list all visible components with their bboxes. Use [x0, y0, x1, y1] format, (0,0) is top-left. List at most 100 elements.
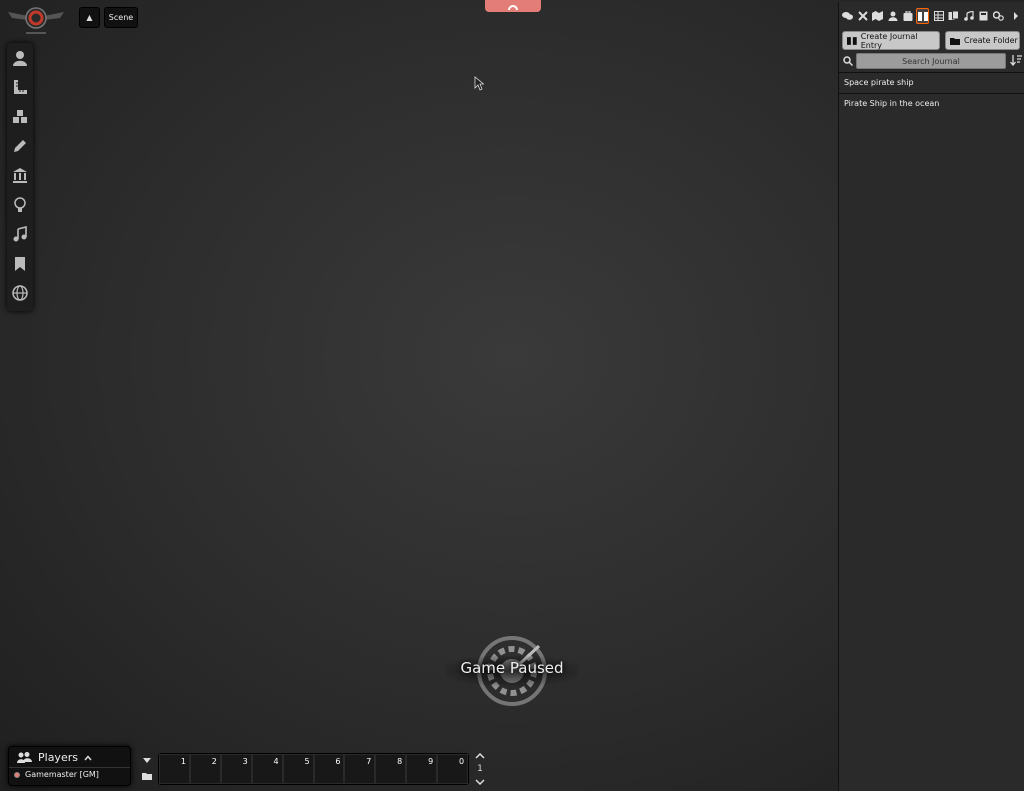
tiles-controls-button[interactable] — [7, 104, 33, 130]
cards-icon — [948, 11, 959, 20]
macro-slot[interactable]: 6 — [313, 754, 345, 784]
token-controls-button[interactable] — [7, 45, 33, 71]
create-folder-label: Create Folder — [964, 36, 1018, 45]
caret-up-icon: ▲ — [86, 13, 93, 22]
slot-number: 4 — [273, 757, 279, 766]
user-icon — [13, 51, 27, 66]
tab-settings[interactable] — [992, 8, 1005, 24]
sidebar-tabs — [839, 4, 1024, 28]
game-paused-indicator: Game Paused — [445, 634, 579, 708]
tab-combat[interactable] — [856, 8, 869, 24]
search-icon — [843, 56, 853, 66]
chevron-up-icon — [84, 754, 92, 760]
measure-controls-button[interactable] — [7, 74, 33, 100]
player-color-dot — [14, 771, 20, 778]
cubes-icon — [13, 110, 27, 123]
macro-slot[interactable]: 9 — [406, 754, 438, 784]
notes-controls-button[interactable] — [7, 251, 33, 277]
playlist-icon — [963, 11, 974, 21]
tab-playlists[interactable] — [962, 8, 975, 24]
landmark-icon — [13, 168, 27, 183]
slot-number: 8 — [397, 757, 403, 766]
drawing-controls-button[interactable] — [7, 133, 33, 159]
folder-icon[interactable] — [141, 772, 152, 781]
top-toggle-button[interactable] — [485, 0, 541, 12]
macro-hotbar: 1 2 3 4 5 6 7 8 9 0 — [158, 753, 469, 785]
scene-tab[interactable]: Scene — [104, 7, 138, 28]
music-icon — [13, 226, 27, 242]
scene-nav-toggle[interactable]: ▲ — [79, 7, 100, 28]
chevron-up-icon[interactable] — [475, 753, 485, 759]
macro-slot[interactable]: 4 — [251, 754, 283, 784]
chat-icon — [842, 12, 853, 20]
users-icon — [17, 752, 32, 763]
globe-icon — [12, 285, 28, 301]
tab-scenes[interactable] — [871, 8, 884, 24]
chevron-down-icon[interactable] — [475, 779, 485, 785]
player-name: Gamemaster [GM] — [25, 770, 99, 779]
create-journal-entry-label: Create Journal Entry — [860, 31, 918, 50]
sidebar: Create Journal Entry Create Folder Searc… — [838, 2, 1024, 791]
tab-compendium[interactable] — [977, 8, 990, 24]
slot-number: 2 — [211, 757, 217, 766]
arch-icon — [508, 4, 518, 10]
hotbar-page-number: 1 — [477, 764, 483, 774]
list-item[interactable]: Pirate Ship in the ocean — [839, 93, 1024, 113]
tab-actors[interactable] — [886, 8, 899, 24]
bookmark-icon — [15, 257, 25, 271]
scene-controls — [7, 43, 33, 311]
macro-slot[interactable]: 3 — [220, 754, 252, 784]
sounds-controls-button[interactable] — [7, 221, 33, 247]
list-item[interactable]: Space pirate ship — [839, 72, 1024, 92]
macro-slot[interactable]: 2 — [189, 754, 221, 784]
mouse-cursor-icon — [474, 76, 484, 91]
map-controls-button[interactable] — [7, 280, 33, 306]
journal-icon — [917, 11, 928, 21]
macro-slot[interactable]: 1 — [159, 754, 190, 784]
pencil-icon — [14, 140, 26, 152]
tab-items[interactable] — [901, 8, 914, 24]
journal-entry-name: Pirate Ship in the ocean — [844, 98, 940, 108]
search-input[interactable]: Search Journal — [856, 53, 1006, 69]
tab-tables[interactable] — [932, 8, 945, 24]
hotbar-page-control: 1 — [472, 753, 488, 785]
journal-entry-name: Space pirate ship — [844, 77, 914, 87]
players-header[interactable]: Players — [17, 751, 92, 764]
tab-cards[interactable] — [947, 8, 960, 24]
macro-slot[interactable]: 5 — [282, 754, 314, 784]
create-folder-button[interactable]: Create Folder — [945, 31, 1020, 50]
create-journal-entry-button[interactable]: Create Journal Entry — [842, 31, 940, 50]
macro-slot[interactable]: 8 — [375, 754, 407, 784]
macro-slot[interactable]: 7 — [344, 754, 376, 784]
macro-slot[interactable]: 0 — [437, 754, 469, 784]
tab-journal[interactable] — [916, 8, 929, 24]
lightbulb-icon — [14, 197, 26, 212]
hotbar-controls — [139, 753, 154, 785]
sort-icon[interactable] — [1010, 55, 1022, 66]
slot-number: 7 — [366, 757, 372, 766]
lighting-controls-button[interactable] — [7, 192, 33, 218]
players-panel[interactable]: Players Gamemaster [GM] — [8, 746, 131, 786]
slot-number: 3 — [242, 757, 248, 766]
book-icon — [847, 36, 857, 45]
sidebar-collapse-button[interactable] — [1009, 8, 1022, 24]
caret-down-icon[interactable] — [142, 757, 151, 763]
players-title: Players — [38, 751, 78, 764]
actor-icon — [888, 11, 897, 21]
foundry-logo[interactable] — [6, 6, 66, 36]
slot-number: 5 — [304, 757, 310, 766]
map-icon — [872, 11, 883, 21]
pause-text: Game Paused — [460, 659, 564, 677]
folder-icon — [950, 37, 960, 45]
slot-number: 0 — [458, 757, 465, 766]
slot-number: 1 — [180, 757, 186, 766]
slot-number: 9 — [428, 757, 434, 766]
walls-controls-button[interactable] — [7, 162, 33, 188]
tab-chat[interactable] — [841, 8, 854, 24]
collapse-icon — [1013, 12, 1018, 20]
suitcase-icon — [903, 11, 912, 21]
table-icon — [933, 11, 944, 21]
slot-number: 6 — [335, 757, 341, 766]
ruler-icon — [14, 80, 27, 94]
settings-icon — [993, 11, 1004, 21]
